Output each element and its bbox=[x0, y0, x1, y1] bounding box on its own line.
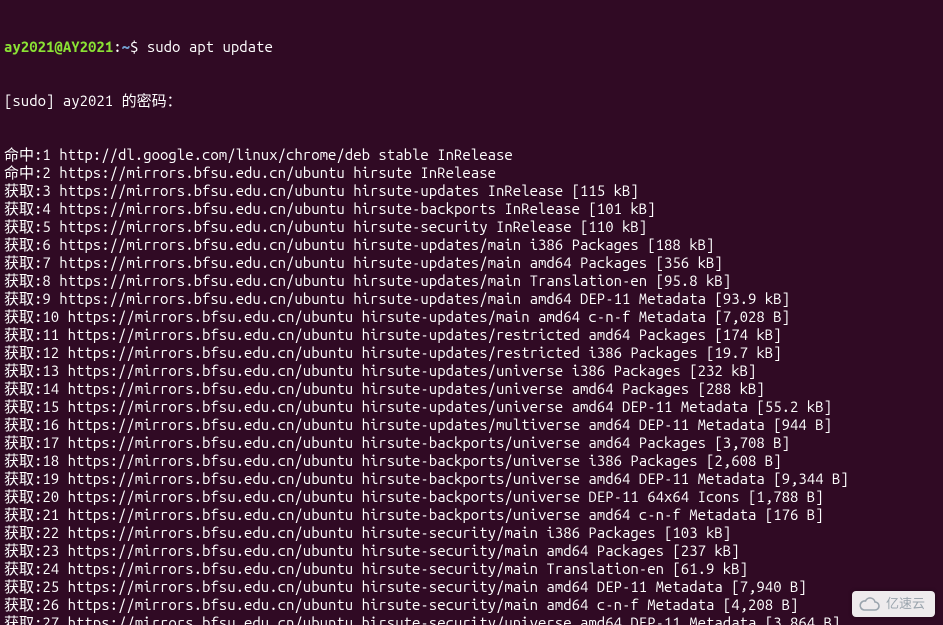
apt-line: 获取:25 https://mirrors.bfsu.edu.cn/ubuntu… bbox=[4, 578, 939, 596]
command-text: sudo apt update bbox=[147, 38, 273, 55]
prompt-dollar: $ bbox=[130, 38, 147, 55]
apt-line: 获取:3 https://mirrors.bfsu.edu.cn/ubuntu … bbox=[4, 182, 939, 200]
prompt-path: ~ bbox=[122, 38, 130, 55]
apt-line: 命中:2 https://mirrors.bfsu.edu.cn/ubuntu … bbox=[4, 164, 939, 182]
sudo-password-prompt: [sudo] ay2021 的密码： bbox=[4, 92, 939, 110]
apt-line: 命中:1 http://dl.google.com/linux/chrome/d… bbox=[4, 146, 939, 164]
apt-line: 获取:12 https://mirrors.bfsu.edu.cn/ubuntu… bbox=[4, 344, 939, 362]
apt-line: 获取:11 https://mirrors.bfsu.edu.cn/ubuntu… bbox=[4, 326, 939, 344]
cloud-icon bbox=[858, 597, 880, 611]
apt-line: 获取:23 https://mirrors.bfsu.edu.cn/ubuntu… bbox=[4, 542, 939, 560]
watermark-text: 亿速云 bbox=[886, 595, 925, 613]
watermark-badge: 亿速云 bbox=[852, 591, 935, 617]
apt-line: 获取:8 https://mirrors.bfsu.edu.cn/ubuntu … bbox=[4, 272, 939, 290]
apt-line: 获取:19 https://mirrors.bfsu.edu.cn/ubuntu… bbox=[4, 470, 939, 488]
prompt-line: ay2021@AY2021:~$ sudo apt update bbox=[4, 38, 939, 56]
terminal-output[interactable]: ay2021@AY2021:~$ sudo apt update [sudo] … bbox=[0, 0, 943, 625]
prompt-user: ay2021 bbox=[4, 38, 54, 55]
apt-line: 获取:4 https://mirrors.bfsu.edu.cn/ubuntu … bbox=[4, 200, 939, 218]
prompt-colon: : bbox=[113, 38, 121, 55]
apt-line: 获取:26 https://mirrors.bfsu.edu.cn/ubuntu… bbox=[4, 596, 939, 614]
apt-line: 获取:17 https://mirrors.bfsu.edu.cn/ubuntu… bbox=[4, 434, 939, 452]
apt-line: 获取:21 https://mirrors.bfsu.edu.cn/ubuntu… bbox=[4, 506, 939, 524]
apt-output-lines: 命中:1 http://dl.google.com/linux/chrome/d… bbox=[4, 146, 939, 625]
prompt-at: @ bbox=[54, 38, 62, 55]
apt-line: 获取:6 https://mirrors.bfsu.edu.cn/ubuntu … bbox=[4, 236, 939, 254]
apt-line: 获取:16 https://mirrors.bfsu.edu.cn/ubuntu… bbox=[4, 416, 939, 434]
apt-line: 获取:20 https://mirrors.bfsu.edu.cn/ubuntu… bbox=[4, 488, 939, 506]
apt-line: 获取:27 https://mirrors.bfsu.edu.cn/ubuntu… bbox=[4, 614, 939, 625]
apt-line: 获取:13 https://mirrors.bfsu.edu.cn/ubuntu… bbox=[4, 362, 939, 380]
prompt-host: AY2021 bbox=[63, 38, 113, 55]
apt-line: 获取:22 https://mirrors.bfsu.edu.cn/ubuntu… bbox=[4, 524, 939, 542]
apt-line: 获取:18 https://mirrors.bfsu.edu.cn/ubuntu… bbox=[4, 452, 939, 470]
apt-line: 获取:7 https://mirrors.bfsu.edu.cn/ubuntu … bbox=[4, 254, 939, 272]
apt-line: 获取:15 https://mirrors.bfsu.edu.cn/ubuntu… bbox=[4, 398, 939, 416]
apt-line: 获取:24 https://mirrors.bfsu.edu.cn/ubuntu… bbox=[4, 560, 939, 578]
apt-line: 获取:14 https://mirrors.bfsu.edu.cn/ubuntu… bbox=[4, 380, 939, 398]
apt-line: 获取:5 https://mirrors.bfsu.edu.cn/ubuntu … bbox=[4, 218, 939, 236]
apt-line: 获取:10 https://mirrors.bfsu.edu.cn/ubuntu… bbox=[4, 308, 939, 326]
apt-line: 获取:9 https://mirrors.bfsu.edu.cn/ubuntu … bbox=[4, 290, 939, 308]
